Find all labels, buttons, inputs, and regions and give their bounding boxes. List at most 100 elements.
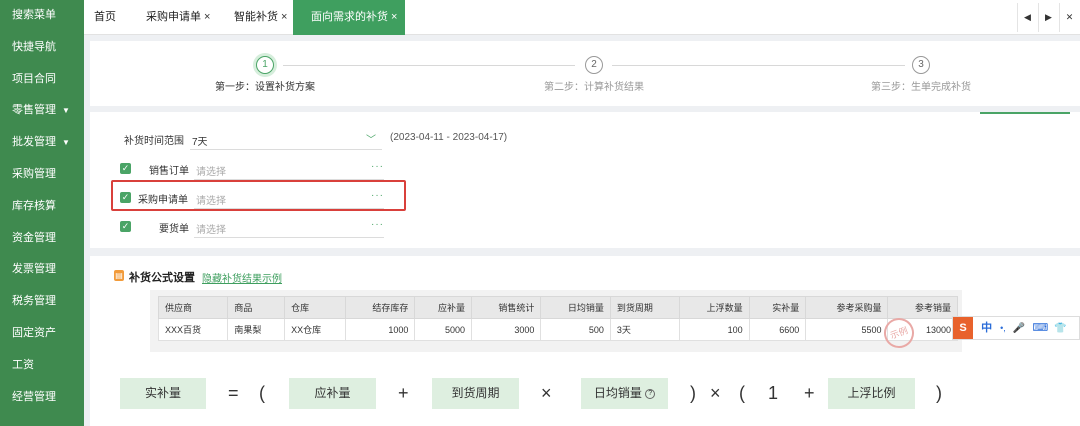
sidebar-item-fixed-assets[interactable]: 固定资产 [0,318,84,350]
sidebar-item-label: 零售管理 [12,104,56,117]
sidebar-item-retail[interactable]: 零售管理 ▼ [0,95,84,127]
sales-order-checkbox[interactable]: ✓ [120,163,131,174]
sidebar-item-inventory[interactable]: 库存核算 [0,191,84,223]
sidebar-item-label: 经营管理 [12,390,56,403]
tab-smart-replenish[interactable]: 智能补货 × [234,0,287,35]
caret-down-icon: ▼ [62,138,70,148]
microphone-icon[interactable]: 🎤 [1013,318,1025,340]
purchase-request-checkbox[interactable]: ✓ [120,192,131,203]
sidebar-item-tax[interactable]: 税务管理 [0,286,84,318]
formula-term-arrival-cycle[interactable]: 到货周期 [432,378,519,409]
caret-down-icon: ▼ [62,106,70,116]
sidebar-item-purchase[interactable]: 采购管理 [0,159,84,191]
more-icon[interactable]: ··· [371,219,384,230]
sidebar-item-label: 固定资产 [12,326,56,339]
times-sign: × [710,383,721,403]
tab-label: 智能补货 [234,11,278,23]
step-number: 1 [256,56,274,74]
table-cell: 1000 [344,318,416,341]
formula-term-float-ratio[interactable]: 上浮比例 [828,378,915,409]
col-header: 参考采购量 [805,296,889,319]
example-table: 供应商 商品 仓库 结存库存 应补量 销售统计 日均销量 到货周期 上浮数量 实… [157,296,958,341]
caret-right-icon: ▶ [1045,12,1052,22]
close-icon[interactable]: × [281,11,287,23]
table-cell: 南果梨 [227,318,286,341]
tab-bar: 首页 采购申请单 × 智能补货 × 面向需求的补货 × ◀ ▶ ✕ [84,0,1080,35]
close-icon[interactable]: × [391,11,397,23]
more-icon[interactable]: ··· [371,161,384,172]
plus-sign: + [398,383,409,403]
table-cell: XX仓库 [284,318,346,341]
step-2: 2 第二步：计算补货结果 [529,56,659,93]
requisition-label: 要货单 [159,224,189,235]
purchase-request-label: 采购申请单 [138,195,188,206]
range-underline [190,149,382,150]
purchase-request-select[interactable]: 请选择 [196,192,226,207]
sidebar-item-salary[interactable]: 工资 [0,350,84,382]
help-icon[interactable]: ? [645,388,656,399]
col-header: 销售统计 [471,296,542,319]
tab-prev-button[interactable]: ◀ [1017,3,1037,32]
skin-icon[interactable]: 👕 [1054,318,1066,340]
table-cell: 5000 [414,318,473,341]
right-paren: ) [690,383,696,403]
sidebar-item-search-menu[interactable]: 搜索菜单 [0,0,84,32]
times-sign: × [541,383,552,403]
col-header: 仓库 [284,296,346,319]
caret-left-icon: ◀ [1024,12,1031,22]
sidebar-item-label: 项目合同 [12,72,56,85]
range-label: 补货时间范围 [124,136,184,147]
sidebar-item-project-contract[interactable]: 项目合同 [0,64,84,96]
formula-term-should-replenish[interactable]: 应补量 [289,378,376,409]
tab-purchase-request[interactable]: 采购申请单 × [146,0,210,35]
table-cell: 6600 [748,318,807,341]
tab-label: 面向需求的补货 [311,11,388,23]
hide-example-link[interactable]: 隐藏补货结果示例 [202,270,282,285]
sidebar-item-label: 库存核算 [12,199,56,212]
sidebar-item-operations[interactable]: 经营管理 [0,382,84,414]
punctuation-icon[interactable]: •, [1000,317,1006,339]
sales-order-select[interactable]: 请选择 [196,163,226,178]
requisition-select[interactable]: 请选择 [196,221,226,236]
table-cell: 100 [679,318,750,341]
ime-toolbar[interactable]: S 中 •, 🎤 ⌨ 👕 [952,316,1080,340]
field-underline [194,237,384,238]
keyboard-icon[interactable]: ⌨ [1032,317,1048,339]
col-header: 上浮数量 [679,296,750,319]
sidebar-item-wholesale[interactable]: 批发管理 ▼ [0,127,84,159]
sidebar-item-invoice[interactable]: 发票管理 [0,254,84,286]
range-select[interactable]: 7天 [192,133,208,148]
col-header: 供应商 [157,296,229,319]
tab-next-button[interactable]: ▶ [1038,3,1058,32]
tab-demand-replenish[interactable]: 面向需求的补货 × [293,0,406,35]
col-header: 实补量 [748,296,807,319]
range-dates: (2023-04-11 - 2023-04-17) [390,132,508,143]
constant-one: 1 [768,383,779,403]
table-cell: 3000 [471,318,542,341]
col-header: 到货周期 [609,296,681,319]
close-icon[interactable]: × [204,11,210,23]
sidebar-item-label: 工资 [12,358,34,371]
equals-sign: = [228,383,239,403]
sogou-logo-icon[interactable]: S [953,317,973,339]
step-number: 2 [585,56,603,74]
col-header: 日均销量 [540,296,611,319]
requisition-checkbox[interactable]: ✓ [120,221,131,232]
document-icon: ▤ [114,270,124,281]
more-icon[interactable]: ··· [371,190,384,201]
sidebar-item-quick-nav[interactable]: 快捷导航 [0,32,84,64]
formula-result-box[interactable]: 实补量 [120,378,206,409]
formula-term-daily-sales[interactable]: 日均销量 ? [581,378,668,409]
col-header: 应补量 [414,296,473,319]
tab-home[interactable]: 首页 [94,0,116,35]
table-header-row: 供应商 商品 仓库 结存库存 应补量 销售统计 日均销量 到货周期 上浮数量 实… [157,296,958,319]
close-icon: ✕ [1065,12,1074,22]
left-paren: ( [259,383,265,403]
chevron-down-icon[interactable]: ﹀ [366,131,376,146]
step-label: 第二步：计算补货结果 [544,82,644,93]
step-label: 第三步：生单完成补货 [871,82,971,93]
tab-close-all-button[interactable]: ✕ [1059,3,1079,32]
sidebar-item-label: 采购管理 [12,167,56,180]
chinese-mode-icon[interactable]: 中 [981,317,992,339]
sidebar-item-funds[interactable]: 资金管理 [0,223,84,255]
